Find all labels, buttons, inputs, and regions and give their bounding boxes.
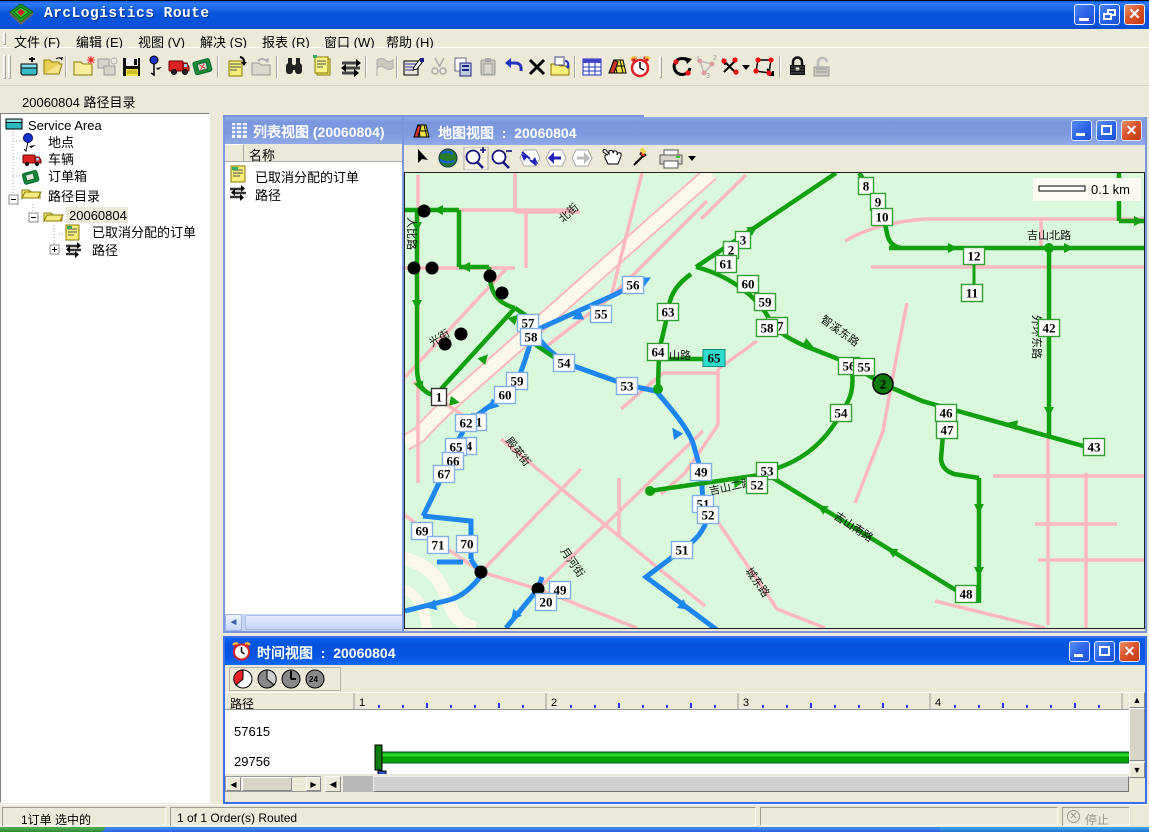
svg-text:65: 65 xyxy=(708,351,722,366)
svg-text:地点: 地点 xyxy=(48,135,74,150)
svg-text:4: 4 xyxy=(935,697,941,709)
svg-text:55: 55 xyxy=(595,307,609,322)
svg-text:59: 59 xyxy=(759,295,773,310)
svg-text:1: 1 xyxy=(359,697,365,709)
svg-text:3: 3 xyxy=(706,73,710,79)
svg-text:10: 10 xyxy=(876,210,889,225)
svg-text:0.1 km: 0.1 km xyxy=(1091,182,1130,197)
svg-text:52: 52 xyxy=(751,478,764,493)
svg-text:49: 49 xyxy=(695,465,709,480)
svg-text:2: 2 xyxy=(551,697,557,709)
svg-text:60: 60 xyxy=(499,388,512,403)
svg-text:8: 8 xyxy=(863,179,870,194)
svg-text:24: 24 xyxy=(309,675,318,684)
svg-text:已取消分配的订单: 已取消分配的订单 xyxy=(92,225,196,240)
svg-text:64: 64 xyxy=(652,345,666,360)
svg-text:订单箱: 订单箱 xyxy=(48,169,87,184)
svg-text:62: 62 xyxy=(460,416,473,431)
svg-text:车辆: 车辆 xyxy=(48,152,74,167)
svg-text:52: 52 xyxy=(702,508,715,523)
svg-text:70: 70 xyxy=(461,537,474,552)
svg-text:58: 58 xyxy=(525,330,539,345)
svg-text:55: 55 xyxy=(858,360,872,375)
svg-text:山路: 山路 xyxy=(669,349,691,362)
svg-text:42: 42 xyxy=(1043,321,1056,336)
svg-text:9: 9 xyxy=(875,195,882,210)
svg-text:20: 20 xyxy=(540,595,553,610)
svg-text:3: 3 xyxy=(740,233,747,248)
svg-text:61: 61 xyxy=(720,257,733,272)
svg-text:48: 48 xyxy=(960,587,974,602)
svg-text:2: 2 xyxy=(880,377,887,392)
svg-text:3: 3 xyxy=(743,697,749,709)
svg-text:46: 46 xyxy=(940,406,954,421)
svg-text:吉山北路: 吉山北路 xyxy=(1027,229,1071,242)
svg-text:路径目录: 路径目录 xyxy=(48,189,100,204)
svg-text:2: 2 xyxy=(713,55,717,62)
svg-text:54: 54 xyxy=(835,406,849,421)
svg-text:63: 63 xyxy=(662,305,676,320)
svg-text:56: 56 xyxy=(627,278,641,293)
svg-text:58: 58 xyxy=(761,321,775,336)
svg-text:60: 60 xyxy=(742,277,755,292)
svg-text:路径: 路径 xyxy=(92,243,118,258)
svg-text:12: 12 xyxy=(968,249,981,264)
svg-text:人比路: 人比路 xyxy=(405,217,418,250)
svg-text:53: 53 xyxy=(621,379,635,394)
svg-text:51: 51 xyxy=(676,543,689,558)
svg-text:67: 67 xyxy=(438,467,452,482)
svg-text:Service Area: Service Area xyxy=(28,118,102,133)
svg-text:47: 47 xyxy=(941,423,955,438)
svg-text:71: 71 xyxy=(432,538,445,553)
svg-text:1: 1 xyxy=(436,390,443,405)
svg-text:11: 11 xyxy=(966,286,978,301)
svg-text:43: 43 xyxy=(1088,440,1102,455)
svg-text:54: 54 xyxy=(558,356,572,371)
svg-text:20060804: 20060804 xyxy=(69,208,127,223)
svg-text:1: 1 xyxy=(696,56,700,63)
